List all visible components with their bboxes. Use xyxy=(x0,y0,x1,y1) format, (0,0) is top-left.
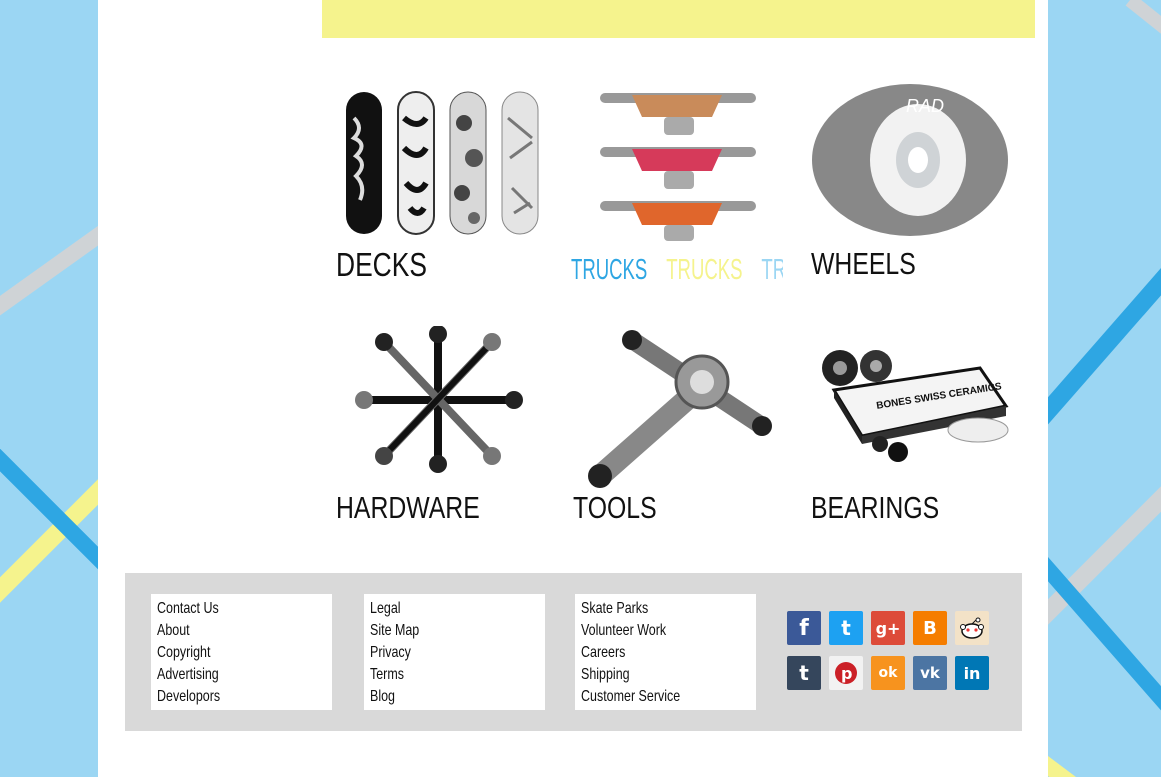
footer-link-about[interactable]: About xyxy=(157,620,294,642)
footer-link-copyright[interactable]: Copyright xyxy=(157,642,294,664)
footer-link-advertising[interactable]: Advertising xyxy=(157,664,294,686)
reddit-icon[interactable] xyxy=(955,611,989,645)
footer: Contact Us About Copyright Advertising D… xyxy=(125,573,1022,731)
bearings-image: BONES SWISS CERAMICS xyxy=(822,350,1009,462)
footer-link-volunteer-work[interactable]: Volunteer Work xyxy=(581,620,718,642)
top-banner xyxy=(322,0,1035,38)
google-plus-icon[interactable]: g+ xyxy=(871,611,905,645)
footer-links-legal: Legal Site Map Privacy Terms Blog xyxy=(364,594,545,710)
pinterest-icon[interactable]: p xyxy=(829,656,863,690)
product-tile-wheels[interactable]: RAD WHEELS xyxy=(810,80,1025,280)
blogger-icon[interactable]: B xyxy=(913,611,947,645)
footer-link-customer-service[interactable]: Customer Service xyxy=(581,686,718,708)
odnoklassniki-icon[interactable]: ok xyxy=(871,656,905,690)
trucks-label-part-3: TRUCKS xyxy=(761,254,783,286)
product-label-decks: DECKS xyxy=(336,246,427,283)
product-label-tools: TOOLS xyxy=(573,490,657,525)
footer-link-careers[interactable]: Careers xyxy=(581,642,718,664)
product-tile-trucks[interactable]: TRUCKS TRUCKS TRUCKS xyxy=(571,85,787,287)
footer-link-terms[interactable]: Terms xyxy=(370,664,507,686)
trucks-image xyxy=(600,93,756,241)
product-label-trucks: TRUCKS TRUCKS TRUCKS xyxy=(571,253,783,287)
page-content: DECKS TRUCKS TRUCKS TRUCKS xyxy=(98,0,1048,777)
tumblr-icon[interactable]: t xyxy=(787,656,821,690)
footer-link-legal[interactable]: Legal xyxy=(370,598,507,620)
product-label-bearings: BEARINGS xyxy=(811,490,940,525)
wheels-image: RAD xyxy=(812,84,1008,236)
product-tile-decks[interactable]: DECKS xyxy=(334,88,549,288)
linkedin-icon[interactable]: in xyxy=(955,656,989,690)
product-tile-bearings[interactable]: BONES SWISS CERAMICS BEARINGS xyxy=(810,340,1025,530)
footer-link-contact-us[interactable]: Contact Us xyxy=(157,598,294,620)
footer-link-privacy[interactable]: Privacy xyxy=(370,642,507,664)
product-label-hardware: HARDWARE xyxy=(336,490,480,525)
footer-link-blog[interactable]: Blog xyxy=(370,686,507,708)
footer-links-company: Contact Us About Copyright Advertising D… xyxy=(151,594,332,710)
footer-link-shipping[interactable]: Shipping xyxy=(581,664,718,686)
product-tile-tools[interactable]: TOOLS xyxy=(572,326,787,526)
svg-text:p: p xyxy=(841,664,852,683)
product-label-wheels: WHEELS xyxy=(811,246,916,281)
footer-link-site-map[interactable]: Site Map xyxy=(370,620,507,642)
hardware-image xyxy=(355,326,523,473)
vk-icon[interactable]: vk xyxy=(913,656,947,690)
reddit-alien-icon xyxy=(960,617,984,639)
tools-image xyxy=(588,330,772,488)
wheel-print-text: RAD xyxy=(906,96,944,116)
footer-link-skate-parks[interactable]: Skate Parks xyxy=(581,598,718,620)
footer-links-community: Skate Parks Volunteer Work Careers Shipp… xyxy=(575,594,756,710)
pinterest-p-icon: p xyxy=(835,662,857,684)
trucks-label-part-2: TRUCKS xyxy=(666,254,743,286)
decks-image xyxy=(346,91,539,235)
facebook-icon[interactable]: f xyxy=(787,611,821,645)
twitter-icon[interactable]: t xyxy=(829,611,863,645)
footer-link-developers[interactable]: Developors xyxy=(157,686,294,708)
product-tile-hardware[interactable]: HARDWARE xyxy=(334,326,549,526)
trucks-label-part-1: TRUCKS xyxy=(571,254,648,286)
